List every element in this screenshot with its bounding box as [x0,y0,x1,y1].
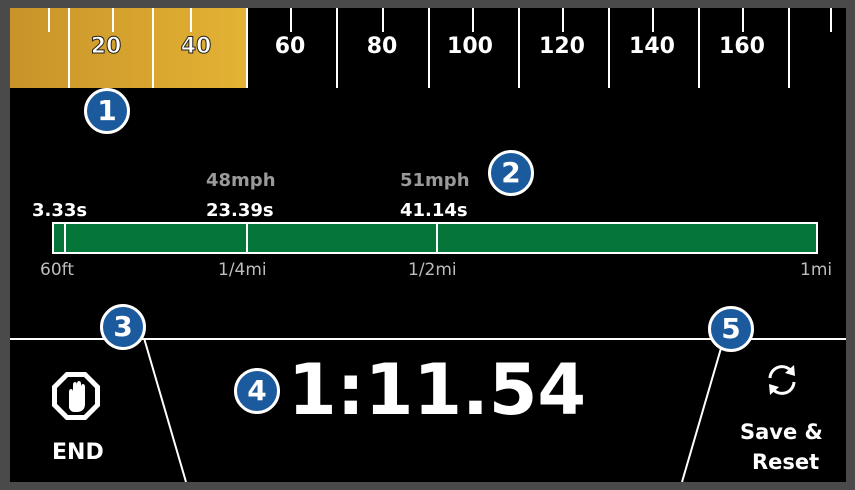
end-button[interactable]: END [10,340,180,482]
distance-marker-quarter [246,224,248,252]
callout-2: 2 [488,150,534,196]
speed-tick [472,8,474,32]
distance-marker-half [436,224,438,252]
split-speed-quarter: 48mph [206,170,276,191]
save-reset-label-2: Reset [752,450,820,474]
speed-tick [652,8,654,32]
speed-tick [68,8,70,88]
speed-tick [336,8,338,88]
drag-race-screen: 20 40 60 80 100 120 140 160 1 48mph 51mp… [10,8,846,482]
speed-label-80: 80 [366,34,398,59]
speed-tick [518,8,520,88]
speed-label-40: 40 [180,34,212,60]
speed-tick [152,8,154,88]
distance-label-half: 1/2mi [408,260,457,280]
speed-label-140: 140 [629,34,675,59]
speed-label-120: 120 [539,34,585,59]
split-time-quarter: 23.39s [206,200,274,221]
split-speed-half: 51mph [400,170,470,191]
elapsed-timer: 1:11.54 [288,340,608,440]
callout-4: 4 [234,368,280,414]
speed-tick [190,8,192,32]
distance-progress-bar [52,222,818,254]
end-button-label: END [52,440,104,465]
split-time-60ft: 3.33s [32,200,88,221]
distance-marker-60ft [64,224,66,252]
refresh-icon [768,365,796,395]
distance-label-60ft: 60ft [40,260,74,280]
speed-tick [382,8,384,32]
speed-tick [742,8,744,32]
speed-tick [246,8,248,88]
distance-label-mile: 1mi [800,260,833,280]
speed-tick [112,8,114,32]
speed-tick [562,8,564,32]
speed-tick [48,8,50,32]
save-reset-label-1: Save & [740,420,823,444]
speed-label-20: 20 [90,34,122,60]
speed-bar: 20 40 60 80 100 120 140 160 [10,8,846,88]
stop-hand-icon [52,372,100,420]
save-reset-button[interactable]: Save & Reset [690,340,846,482]
speed-tick [830,8,832,32]
speed-label-60: 60 [274,34,306,59]
speed-tick [698,8,700,88]
split-time-half: 41.14s [400,200,468,221]
speed-tick [608,8,610,88]
speed-label-100: 100 [447,34,493,59]
timer-value: 1:11.54 [288,349,587,431]
distance-label-quarter: 1/4mi [218,260,267,280]
speed-label-160: 160 [719,34,765,59]
speed-tick [428,8,430,88]
speed-tick [788,8,790,88]
callout-1: 1 [84,88,130,134]
speed-tick [290,8,292,32]
